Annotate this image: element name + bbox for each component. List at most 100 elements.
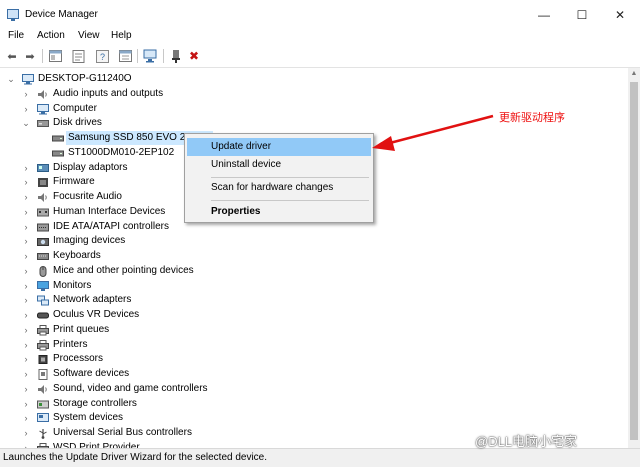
chevron-right-icon[interactable]: ›	[21, 220, 31, 234]
uninstall-device-menu-item[interactable]: Uninstall device	[187, 156, 371, 174]
menu-file[interactable]: File	[8, 30, 24, 44]
tree-item[interactable]: › System devices	[0, 411, 620, 425]
software-device-icon	[37, 369, 48, 380]
chevron-right-icon[interactable]: ›	[21, 279, 31, 293]
chevron-down-icon[interactable]: ⌄	[21, 116, 31, 130]
tree-item-label: Disk drives	[53, 117, 102, 129]
chevron-right-icon[interactable]: ›	[21, 264, 31, 278]
chevron-right-icon[interactable]: ›	[21, 382, 31, 396]
computer-icon	[22, 74, 34, 85]
properties-icon[interactable]	[70, 48, 86, 64]
tree-item-label: Software devices	[53, 368, 130, 379]
tree-item[interactable]: › Audio inputs and outputs	[0, 87, 620, 101]
scan-hardware-icon[interactable]	[142, 48, 158, 64]
usb-icon	[37, 428, 48, 439]
svg-text:?: ?	[100, 52, 105, 62]
tree-root[interactable]: ⌄ DESKTOP-G11240O	[0, 72, 620, 86]
chevron-right-icon[interactable]: ›	[21, 161, 31, 175]
show-hide-console-icon[interactable]	[47, 48, 63, 64]
tree-item[interactable]: › Sound, video and game controllers	[0, 382, 620, 396]
tree-item[interactable]: › Storage controllers	[0, 397, 620, 411]
chevron-right-icon[interactable]: ›	[21, 190, 31, 204]
chevron-right-icon[interactable]: ›	[21, 367, 31, 381]
status-text: Launches the Update Driver Wizard for th…	[3, 452, 268, 463]
update-driver-icon[interactable]	[117, 48, 133, 64]
storage-icon	[37, 399, 49, 408]
chevron-right-icon[interactable]: ›	[21, 323, 31, 337]
tree-item-label: IDE ATA/ATAPI controllers	[53, 220, 169, 232]
chevron-right-icon[interactable]: ›	[21, 426, 31, 440]
speaker-icon	[37, 89, 48, 99]
chevron-right-icon[interactable]: ›	[21, 293, 31, 307]
menu-view[interactable]: View	[78, 30, 100, 44]
chevron-right-icon[interactable]: ›	[21, 249, 31, 263]
device-manager-icon	[7, 9, 19, 21]
tree-item-label: Keyboards	[53, 250, 101, 261]
tree-item[interactable]: › Software devices	[0, 367, 620, 381]
tree-item[interactable]: › Imaging devices	[0, 234, 620, 248]
status-bar: Launches the Update Driver Wizard for th…	[0, 448, 640, 467]
monitor-icon	[37, 280, 49, 291]
watermark: @DLL电脑小宅家	[475, 434, 578, 449]
toolbar-separator	[163, 49, 164, 63]
ide-icon	[37, 222, 49, 231]
forward-icon[interactable]: ➡	[22, 48, 38, 64]
printer-icon	[37, 339, 49, 350]
help-icon[interactable]: ?	[94, 48, 110, 64]
chevron-right-icon[interactable]: ›	[21, 352, 31, 366]
tree-item-label: Imaging devices	[53, 235, 126, 247]
drive-icon	[52, 133, 64, 142]
chevron-right-icon[interactable]: ›	[21, 87, 31, 101]
tree-item[interactable]: › Oculus VR Devices	[0, 308, 620, 322]
chevron-right-icon[interactable]: ›	[21, 102, 31, 116]
chevron-right-icon[interactable]: ›	[21, 175, 31, 189]
menu-help[interactable]: Help	[111, 30, 132, 44]
tree-item[interactable]: › Keyboards	[0, 249, 620, 263]
properties-menu-item[interactable]: Properties	[187, 203, 371, 221]
tree-item-label: Network adapters	[53, 294, 132, 306]
tree-item[interactable]: › Network adapters	[0, 293, 620, 307]
chevron-right-icon[interactable]: ›	[21, 338, 31, 352]
close-button[interactable]: ✕	[604, 4, 636, 26]
firmware-icon	[37, 177, 48, 188]
maximize-button[interactable]: ☐	[566, 4, 598, 26]
menu-action[interactable]: Action	[37, 30, 65, 44]
scroll-thumb[interactable]	[630, 82, 638, 440]
tree-item-label: Display adaptors	[53, 161, 128, 173]
chevron-right-icon[interactable]: ›	[21, 234, 31, 248]
tree-item[interactable]: › Printers	[0, 338, 620, 352]
chevron-right-icon[interactable]: ›	[21, 397, 31, 411]
tree-item-label: Firmware	[53, 176, 95, 188]
disk-drive-icon	[37, 118, 49, 128]
scroll-up-icon[interactable]: ▲	[628, 68, 640, 80]
update-driver-menu-item[interactable]: Update driver	[187, 138, 371, 156]
chevron-right-icon[interactable]: ›	[21, 411, 31, 425]
back-icon[interactable]: ⬅	[4, 48, 20, 64]
toolbar: ⬅ ➡ ? ✖	[0, 46, 640, 68]
tree-item[interactable]: › Mice and other pointing devices	[0, 264, 620, 278]
tree-item-label: Print queues	[53, 323, 110, 335]
tree-item-label: Mice and other pointing devices	[53, 264, 194, 276]
chevron-down-icon[interactable]: ⌄	[6, 72, 16, 86]
chevron-right-icon[interactable]: ›	[21, 205, 31, 219]
speaker-icon	[37, 384, 48, 394]
tree-item-label: System devices	[53, 412, 124, 424]
chevron-right-icon[interactable]: ›	[21, 441, 31, 448]
processor-icon	[37, 354, 48, 365]
uninstall-icon[interactable]: ✖	[186, 48, 202, 64]
vertical-scrollbar[interactable]: ▲	[628, 68, 640, 448]
tree-item[interactable]: › Monitors	[0, 279, 620, 293]
tree-item[interactable]: › Processors	[0, 352, 620, 366]
toolbar-separator	[137, 49, 138, 63]
tree-item[interactable]: › Print queues	[0, 323, 620, 337]
title-bar: Device Manager — ☐ ✕	[0, 0, 640, 30]
minimize-button[interactable]: —	[528, 4, 560, 26]
scan-hardware-menu-item[interactable]: Scan for hardware changes	[187, 179, 371, 197]
menu-separator	[211, 200, 369, 201]
tree-item-label: Monitors	[53, 279, 92, 291]
vr-icon	[37, 310, 49, 319]
add-driver-icon[interactable]	[168, 48, 184, 64]
tree-item-label: Universal Serial Bus controllers	[53, 427, 192, 438]
annotation-label: 更新驱动程序	[499, 112, 565, 124]
chevron-right-icon[interactable]: ›	[21, 308, 31, 322]
